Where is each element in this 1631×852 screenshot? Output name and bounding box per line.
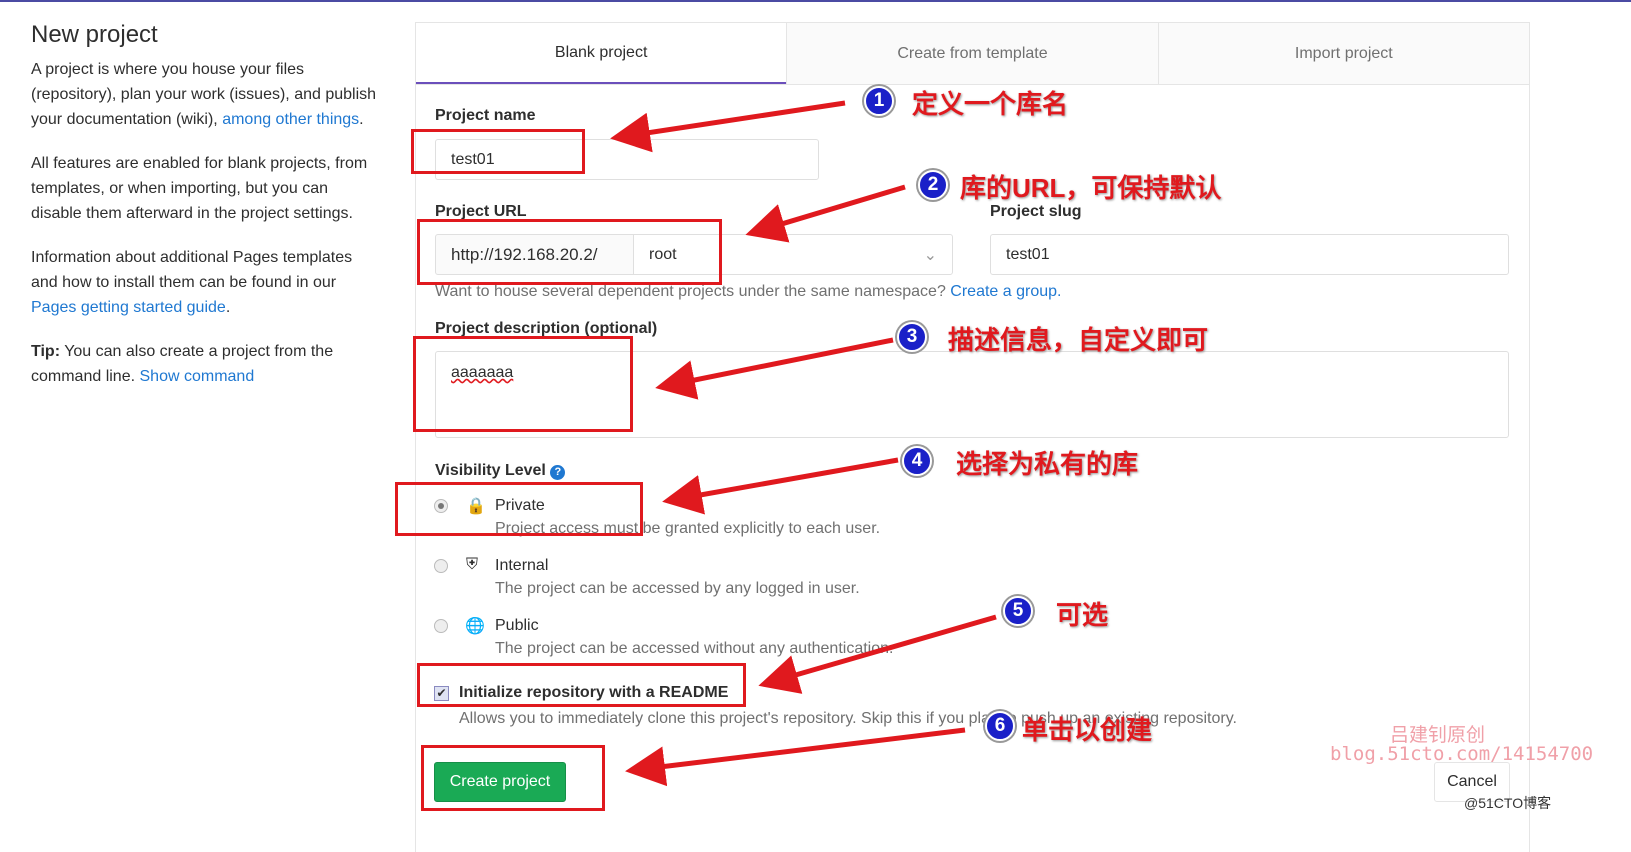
arrow-4	[662, 457, 899, 515]
annotation-4: 选择为私有的库	[956, 449, 1139, 479]
annotation-5: 可选	[1056, 600, 1109, 630]
annotation-1: 定义一个库名	[912, 89, 1069, 119]
arrow-5	[758, 614, 997, 694]
step-badge-1: 1	[864, 86, 894, 116]
step-badge-6: 6	[985, 711, 1015, 741]
watermark-blog: blog.51cto.com/14154700	[1330, 743, 1594, 765]
annotation-2: 库的URL，可保持默认	[960, 173, 1222, 203]
watermark-site: @51CTO博客	[1464, 795, 1552, 811]
step-badge-5: 5	[1003, 596, 1033, 626]
arrow-3	[655, 337, 894, 400]
annotation-6: 单击以创建	[1022, 715, 1153, 745]
step-badge-4: 4	[902, 446, 932, 476]
arrow-1	[610, 100, 846, 153]
step-badge-3: 3	[897, 322, 927, 352]
arrow-6	[625, 727, 966, 787]
arrow-2	[745, 184, 906, 243]
annotation-arrows	[610, 100, 997, 787]
annotation-3: 描述信息，自定义即可	[948, 325, 1209, 355]
step-badge-2: 2	[918, 170, 948, 200]
